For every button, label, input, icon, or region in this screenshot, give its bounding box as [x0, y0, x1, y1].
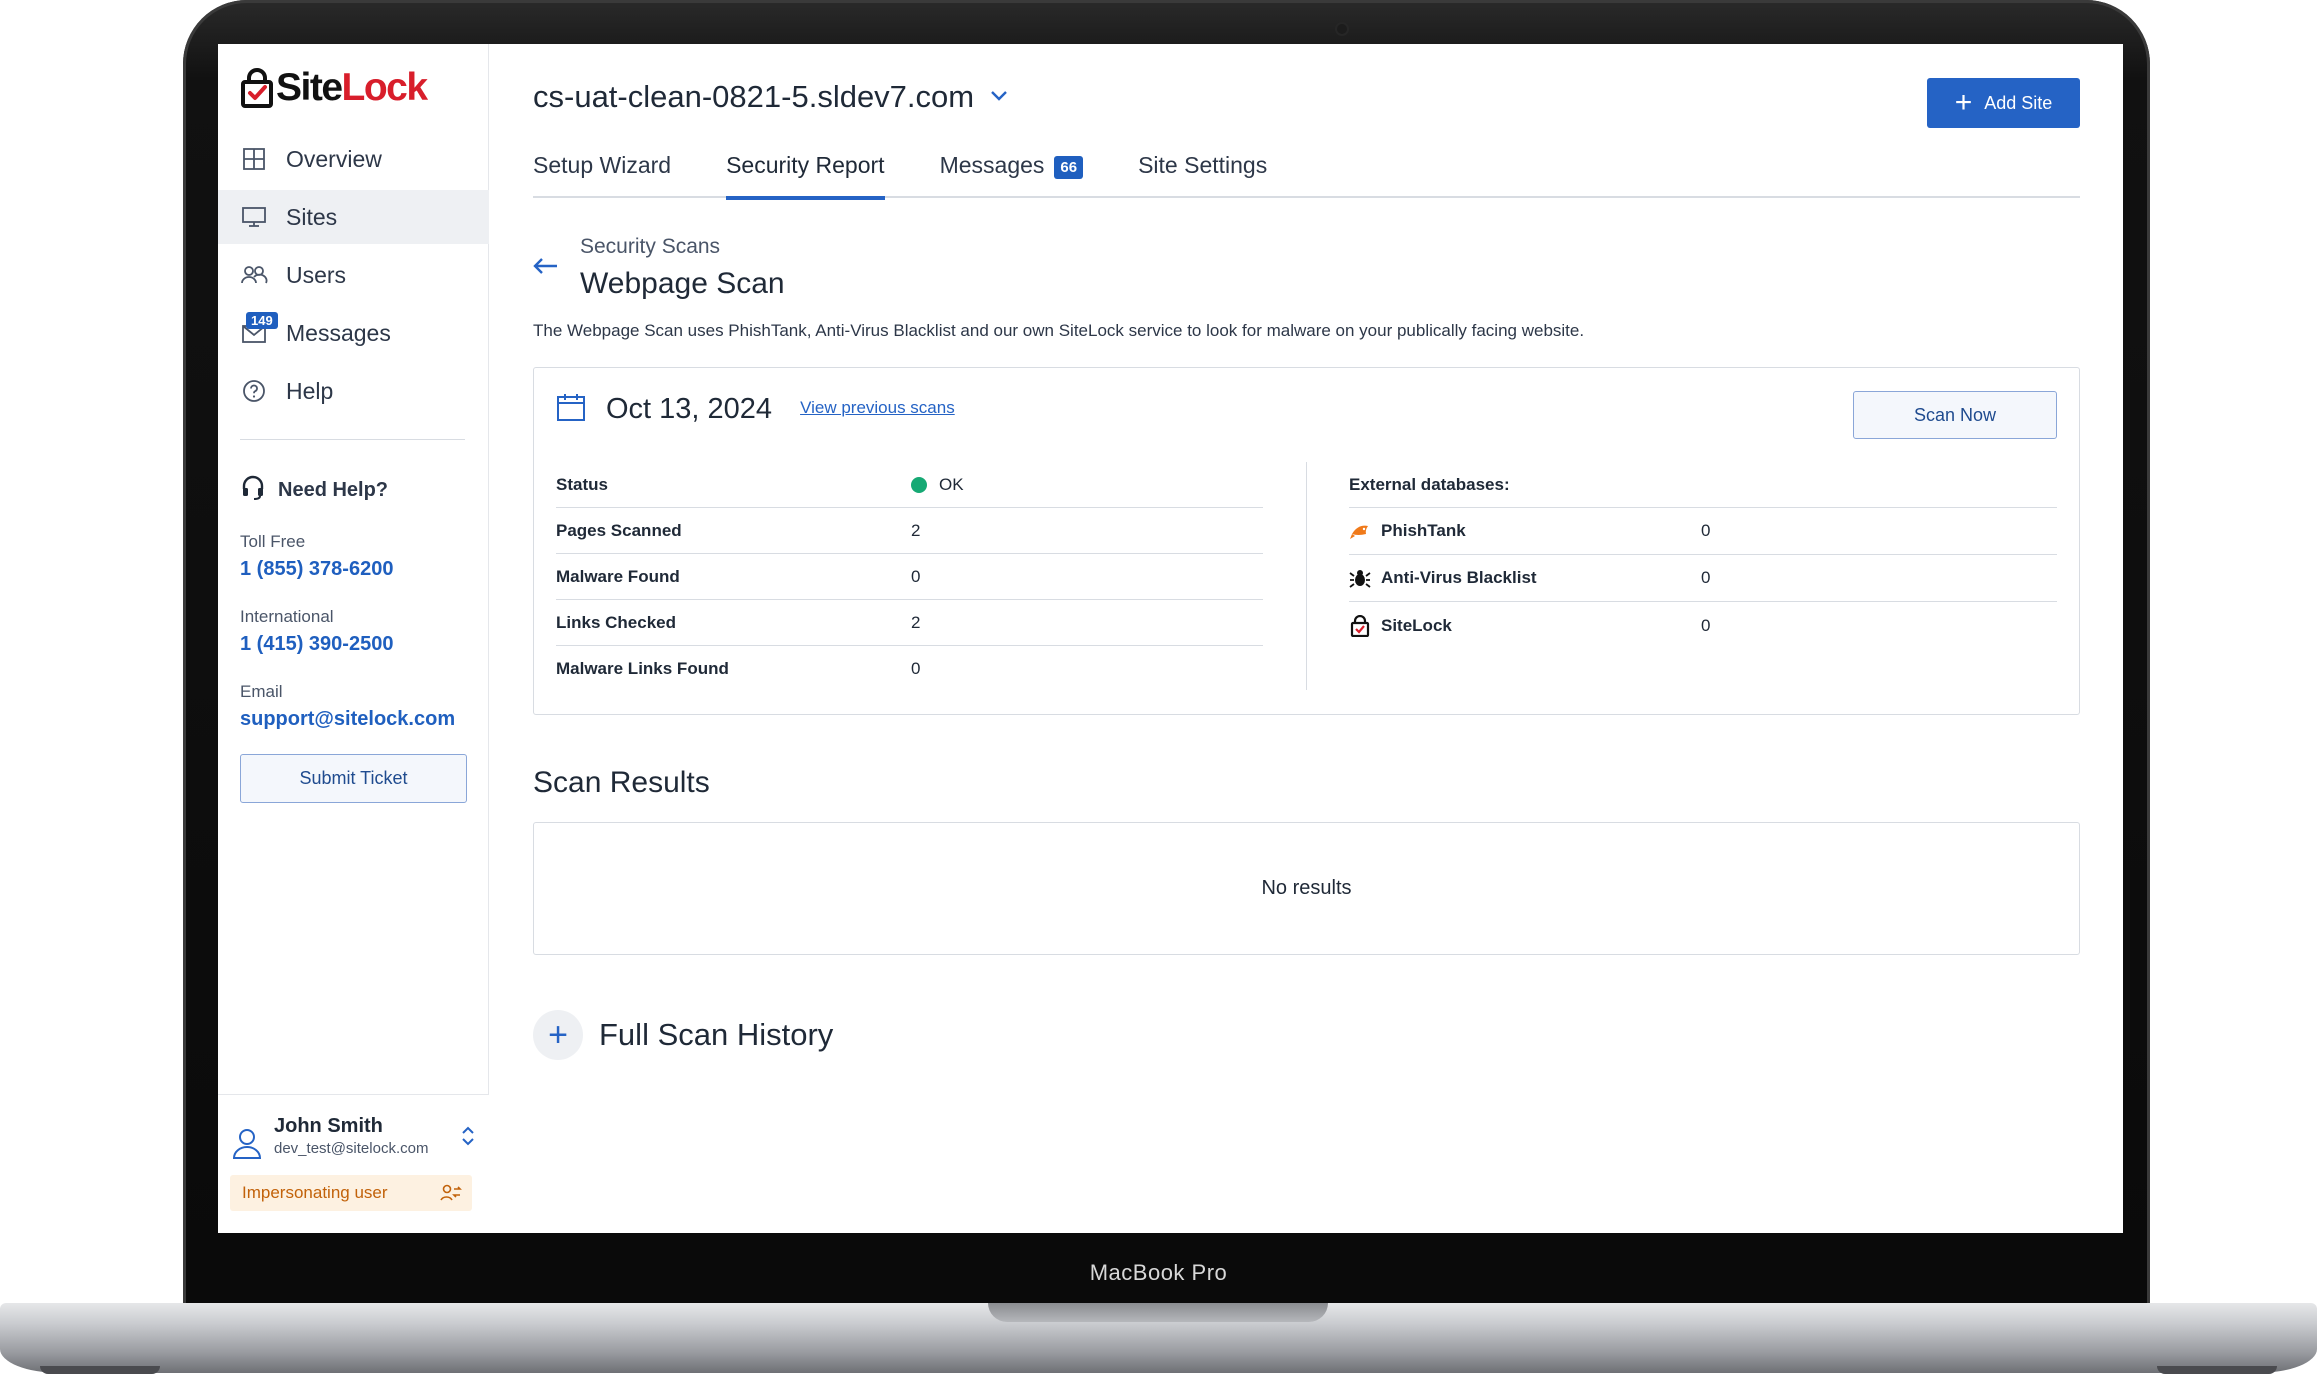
expand-plus-icon: + — [533, 1010, 583, 1060]
scan-results-box: No results — [533, 822, 2080, 955]
db-name: SiteLock — [1349, 614, 1701, 637]
db-name: PhishTank — [1349, 520, 1701, 542]
stat-value: 0 — [911, 566, 921, 586]
scan-summary-card: Oct 13, 2024 View previous scans Scan No… — [533, 367, 2080, 715]
camera — [1337, 24, 1347, 34]
laptop-notch — [988, 1303, 1328, 1322]
tab-security-report[interactable]: Security Report — [726, 152, 885, 200]
stat-value: OK — [911, 475, 964, 495]
tab-label: Security Report — [726, 152, 885, 178]
scan-date: Oct 13, 2024 — [606, 393, 773, 425]
page-description: The Webpage Scan uses PhishTank, Anti-Vi… — [533, 321, 1585, 340]
tab-label: Site Settings — [1138, 152, 1268, 178]
scan-now-button[interactable]: Scan Now — [1853, 391, 2057, 439]
breadcrumb[interactable]: Security Scans — [580, 235, 720, 259]
stat-row-malware-found: Malware Found 0 — [556, 554, 1263, 600]
status-ok-dot — [911, 476, 927, 493]
phishtank-icon — [1349, 520, 1371, 542]
scan-results-title: Scan Results — [533, 766, 710, 799]
db-value: 0 — [1701, 615, 1711, 635]
full-scan-history-label: Full Scan History — [599, 1017, 834, 1052]
stat-label: Malware Found — [556, 566, 680, 586]
stat-row-pages-scanned: Pages Scanned 2 — [556, 508, 1263, 554]
db-value: 0 — [1701, 568, 1711, 587]
stat-value: 0 — [911, 659, 921, 678]
db-name: Anti-Virus Blacklist — [1349, 567, 1701, 589]
stat-label: Pages Scanned — [556, 520, 682, 540]
laptop-foot-right — [2157, 1366, 2277, 1374]
stat-value: 2 — [911, 612, 921, 632]
add-site-button[interactable]: + Add Site — [1927, 78, 2080, 128]
add-site-label: Add Site — [1984, 92, 2053, 113]
main-content: cs-uat-clean-0821-5.sldev7.com + Add Sit… — [218, 44, 2123, 1233]
db-row-sitelock: SiteLock 0 — [1349, 602, 2057, 649]
db-value: 0 — [1701, 521, 1711, 540]
stat-label: Malware Links Found — [556, 659, 729, 678]
tab-bar: Setup Wizard Security Report Messages 66 … — [533, 152, 2080, 200]
chevron-down-icon — [990, 89, 1008, 107]
site-selector[interactable]: cs-uat-clean-0821-5.sldev7.com — [533, 79, 1008, 115]
view-previous-scans-link[interactable]: View previous scans — [800, 398, 955, 418]
db-row-antivirus-blacklist: Anti-Virus Blacklist 0 — [1349, 555, 2057, 602]
db-name-text: PhishTank — [1381, 521, 1466, 540]
screen: Site Lock Overview Sites Users 149 Messa… — [218, 44, 2123, 1233]
tab-setup-wizard[interactable]: Setup Wizard — [533, 152, 671, 198]
db-name-text: SiteLock — [1381, 615, 1452, 635]
db-row-phishtank: PhishTank 0 — [1349, 508, 2057, 555]
calendar-icon — [556, 392, 586, 427]
column-divider — [1306, 462, 1307, 690]
stat-label: Status — [556, 474, 608, 494]
stat-row-links-checked: Links Checked 2 — [556, 600, 1263, 646]
messages-tab-badge: 66 — [1054, 156, 1084, 179]
tab-label: Setup Wizard — [533, 152, 672, 178]
db-name-text: Anti-Virus Blacklist — [1381, 568, 1537, 587]
full-scan-history-toggle[interactable]: + Full Scan History — [533, 1010, 833, 1060]
sitelock-icon — [1349, 614, 1371, 637]
status-text: OK — [939, 474, 964, 494]
page-title: Webpage Scan — [580, 267, 785, 300]
external-databases: External databases: PhishTank 0 Anti-Vir… — [1349, 462, 2057, 649]
scan-stats: Status OK Pages Scanned 2 Malware Found … — [556, 462, 1263, 692]
back-arrow-icon[interactable] — [531, 256, 559, 281]
no-results-text: No results — [1261, 877, 1352, 899]
tab-label: Messages — [939, 152, 1045, 178]
bug-icon — [1349, 567, 1371, 589]
tab-messages[interactable]: Messages 66 — [940, 152, 1084, 198]
plus-icon: + — [1954, 86, 1973, 119]
laptop-brand: MacBook Pro — [1089, 1260, 1228, 1285]
stat-value: 2 — [911, 520, 921, 540]
stat-label: Links Checked — [556, 612, 676, 632]
stat-row-malware-links-found: Malware Links Found 0 — [556, 646, 1263, 692]
site-domain: cs-uat-clean-0821-5.sldev7.com — [533, 79, 975, 114]
scan-date-row: Oct 13, 2024 View previous scans — [556, 392, 955, 427]
tab-site-settings[interactable]: Site Settings — [1138, 152, 1267, 198]
laptop-foot-left — [40, 1366, 160, 1374]
external-databases-header: External databases: — [1349, 462, 2057, 508]
stat-row-status: Status OK — [556, 462, 1263, 508]
